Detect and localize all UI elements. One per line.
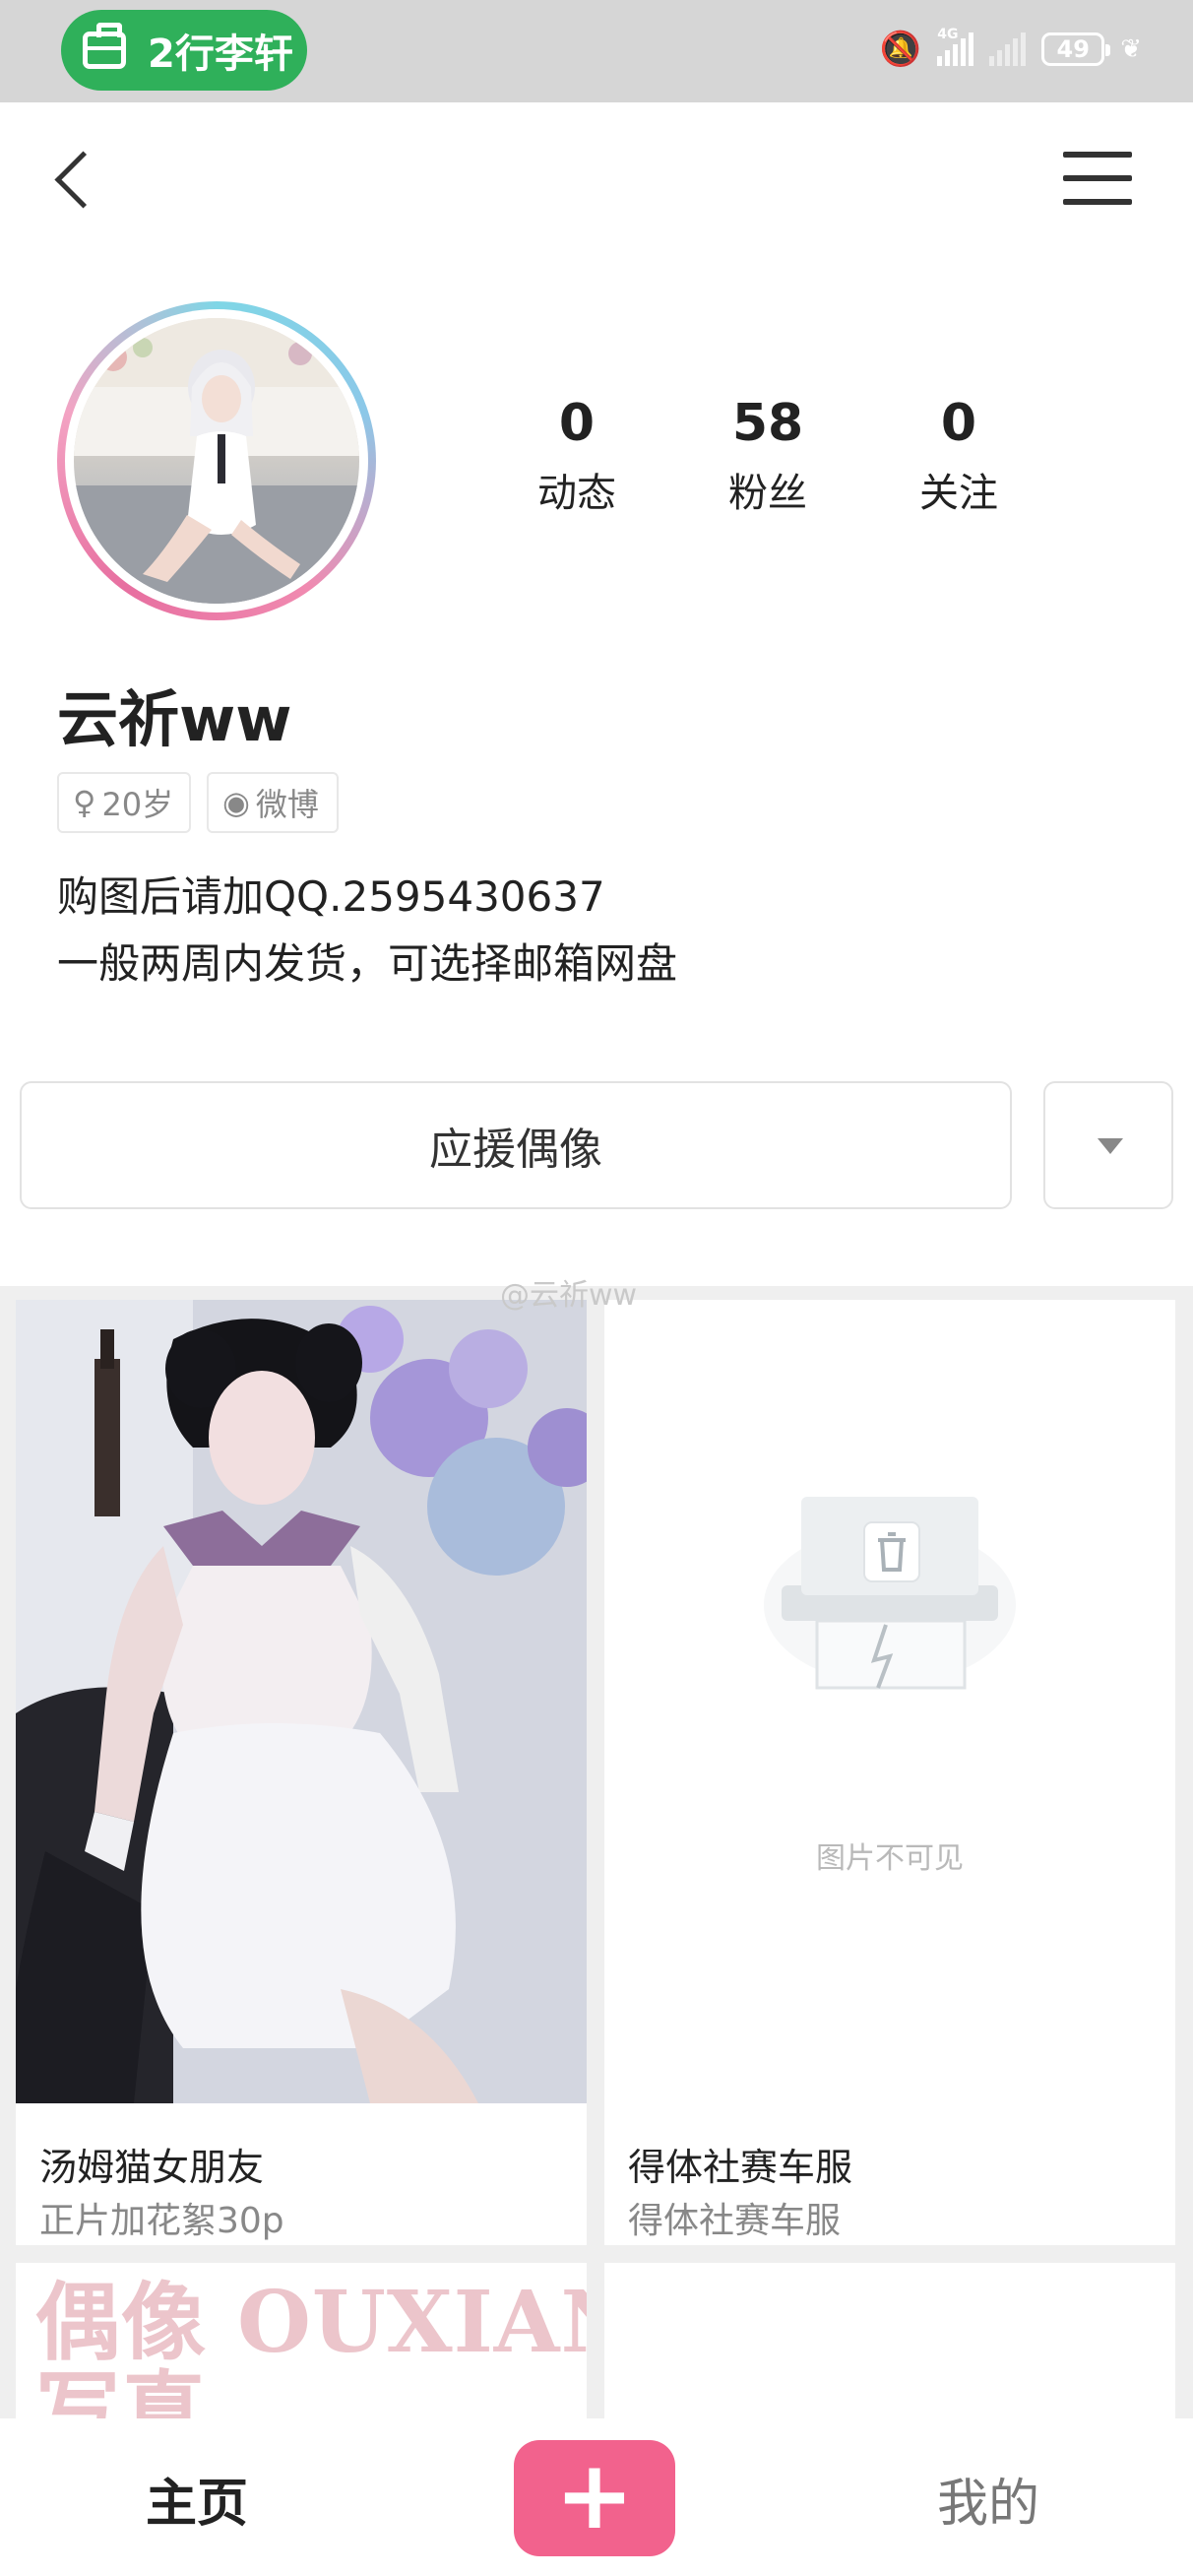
watermark: @云祈ww (500, 1278, 638, 1313)
weibo-tag-label: 微博 (255, 786, 319, 823)
username: 云祈ww (57, 683, 292, 755)
teaser-cover-line: 写真 (35, 2361, 207, 2418)
avatar-illustration (74, 318, 359, 604)
post-title: 得体社赛车服 (628, 2146, 853, 2189)
post-cover-illustration (16, 1300, 587, 2103)
avatar[interactable] (57, 301, 376, 620)
female-icon: ♀ (73, 784, 96, 821)
menu-button[interactable] (1063, 148, 1134, 209)
post-card[interactable]: 图片不可见 得体社赛车服 得体社赛车服 (604, 1300, 1175, 2245)
support-idol-label: 应援偶像 (429, 1125, 602, 1175)
age-tag: ♀ 20岁 (57, 772, 191, 833)
add-post-button[interactable]: + (514, 2440, 675, 2556)
stat-posts[interactable]: 0 动态 (498, 398, 656, 518)
nav-mine[interactable]: 我的 (937, 2462, 1039, 2536)
broken-image-icon (764, 1497, 1016, 1690)
hamburger-menu-icon (1063, 152, 1132, 158)
stat-followers-value: 58 (731, 394, 804, 453)
back-button[interactable] (49, 146, 98, 215)
post-subtitle: 得体社赛车服 (628, 2201, 842, 2241)
nav-home[interactable]: 主页 (146, 2462, 248, 2536)
post-subtitle: 正片加花絮30p (39, 2201, 284, 2241)
trip-label: 2行李轩 (148, 32, 293, 77)
signal-icon-secondary (989, 32, 1027, 66)
image-unavailable-text: 图片不可见 (816, 1841, 964, 1876)
age-tag-label: 20岁 (101, 786, 174, 823)
stat-posts-value: 0 (558, 394, 596, 453)
weibo-icon: ◉ (222, 784, 250, 821)
bell-off-icon: 🔕 (879, 30, 922, 69)
stat-followers-label: 粉丝 (728, 471, 807, 516)
bio-line: 一般两周内发货，可选择邮箱网盘 (57, 939, 678, 988)
stat-following-value: 0 (940, 394, 977, 453)
bottom-nav: 主页 + 我的 (0, 2418, 1193, 2576)
post-card[interactable]: 汤姆猫女朋友 正片加花絮30p (16, 1300, 587, 2245)
teaser-cover-text: 偶像 OUXIANG 写真 (35, 2273, 587, 2418)
support-idol-button[interactable]: 应援偶像 (20, 1081, 1012, 1209)
avatar-photo (74, 318, 359, 604)
luggage-icon (83, 23, 126, 69)
status-icons: 🔕 4G 49 ❦ (880, 24, 1142, 75)
post-feed: 汤姆猫女朋友 正片加花絮30p 图片不可见 得体社赛车服 得体社赛车服 偶像 O… (0, 1286, 1193, 2418)
post-card[interactable] (604, 2263, 1175, 2418)
signal-icon: 4G (937, 27, 974, 66)
status-bar: 2行李轩 🔕 4G 49 ❦ (0, 0, 1193, 102)
stat-following-label: 关注 (919, 471, 998, 516)
stat-posts-label: 动态 (537, 471, 616, 516)
trip-status-pill[interactable]: 2行李轩 (61, 10, 307, 91)
stat-followers[interactable]: 58 粉丝 (689, 398, 847, 518)
post-title: 汤姆猫女朋友 (39, 2146, 265, 2189)
network-type: 4G (937, 27, 959, 42)
post-cover-image (16, 1300, 587, 2103)
teaser-cover-line: 偶像 OUXIANG (35, 2273, 587, 2372)
leaf-icon: ❦ (1120, 34, 1142, 64)
more-options-dropdown[interactable] (1043, 1081, 1173, 1209)
bio-line: 购图后请加QQ.2595430637 (57, 872, 605, 921)
post-card[interactable]: 偶像 OUXIANG 写真 (16, 2263, 587, 2418)
battery-icon: 49 (1041, 32, 1111, 66)
stat-following[interactable]: 0 关注 (880, 398, 1037, 518)
battery-level: 49 (1056, 35, 1090, 63)
weibo-tag[interactable]: ◉ 微博 (207, 772, 339, 833)
